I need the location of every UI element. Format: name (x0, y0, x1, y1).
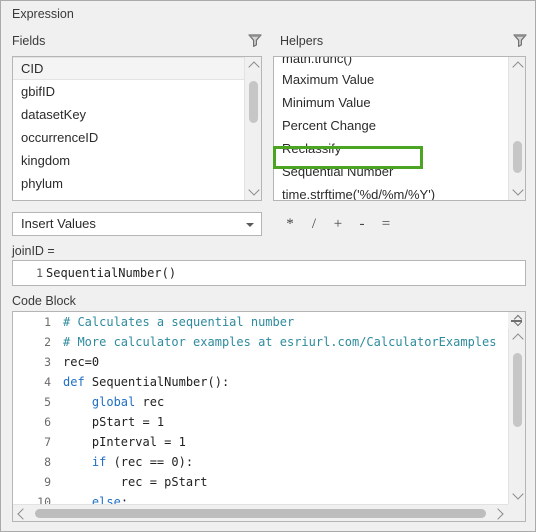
fields-list-item[interactable]: datasetKey (13, 103, 244, 126)
code-token: def (63, 375, 85, 389)
code-token: # Calculates a sequential number (63, 315, 295, 329)
code-line-number: 6 (44, 415, 51, 429)
resize-grip-icon[interactable] (508, 312, 525, 329)
fields-list-item[interactable]: gbifID (13, 80, 244, 103)
insert-values-selected-text: Insert Values (21, 216, 96, 231)
operator-plus-button[interactable]: + (326, 213, 350, 235)
operator-minus-button[interactable]: - (350, 213, 374, 235)
fields-list-item[interactable]: CID (13, 57, 244, 80)
target-field-label: joinID = (12, 244, 55, 258)
code-block-viewport: 1 # Calculates a sequential number 2 # More… (13, 312, 508, 504)
fields-listbox[interactable]: CID gbifID datasetKey occurrenceID kingdom ph… (12, 56, 262, 201)
code-block-horizontal-scrollbar[interactable] (13, 504, 508, 521)
code-line-number: 5 (44, 395, 51, 409)
code-line: 1 # Calculates a sequential number (13, 312, 508, 332)
fields-list-item[interactable]: occurrenceID (13, 126, 244, 149)
code-block-vertical-scrollbar[interactable] (508, 329, 525, 504)
operator-multiply-button[interactable]: * (278, 213, 302, 235)
code-token: : (120, 495, 129, 504)
code-line: 3 rec=0 (13, 352, 508, 372)
code-token: else (91, 495, 121, 504)
code-token: if (91, 455, 107, 469)
chevron-down-icon (246, 223, 254, 227)
field-calculator-expression-dialog: Expression Fields Helpers CID gbifID datas… (0, 0, 536, 532)
code-token: SequentialNumber(): (84, 375, 230, 389)
helpers-panel-title: Helpers (280, 34, 324, 48)
code-line-number: 1 (44, 315, 51, 329)
fields-vertical-scrollbar[interactable] (244, 57, 261, 200)
code-token: global (91, 395, 136, 409)
code-line: 5 global rec (13, 392, 508, 412)
code-line-number: 4 (44, 375, 51, 389)
code-token: rec (135, 395, 165, 409)
helpers-scroll-down-button[interactable] (509, 183, 525, 200)
code-token: rec=0 (63, 355, 100, 369)
code-line-number: 3 (44, 355, 51, 369)
code-line: 9 rec = pStart (13, 472, 508, 492)
code-line: 4 def SequentialNumber(): (13, 372, 508, 392)
helpers-list-scroll-area: math.trunc() Maximum Value Minimum Value Pe… (274, 57, 508, 200)
operator-divide-button[interactable]: / (302, 213, 326, 235)
code-block-section-title: Code Block (12, 294, 76, 308)
helpers-list-item[interactable]: math.trunc() (274, 57, 508, 68)
helpers-list-item[interactable]: Minimum Value (274, 91, 508, 114)
helpers-list-item[interactable]: Sequential Number (274, 160, 508, 183)
code-scroll-up-button[interactable] (509, 329, 525, 346)
expression-section-title: Expression (12, 7, 74, 21)
helpers-listbox[interactable]: math.trunc() Maximum Value Minimum Value Pe… (273, 56, 526, 201)
code-line-number: 7 (44, 435, 51, 449)
fields-list-scroll-area: CID gbifID datasetKey occurrenceID kingdom ph… (13, 57, 244, 200)
code-token: (rec == 0): (106, 455, 194, 469)
code-scrollbar-thumb[interactable] (513, 353, 522, 427)
code-line: 2 # More calculator examples at esriurl.c… (13, 332, 508, 352)
fields-scroll-up-button[interactable] (245, 57, 261, 74)
code-line-number: 9 (44, 475, 51, 489)
expression-input[interactable]: 1 SequentialNumber() (12, 260, 526, 286)
fields-scrollbar-thumb[interactable] (249, 81, 258, 123)
fields-list-item[interactable]: phylum (13, 172, 244, 195)
helpers-scrollbar-thumb[interactable] (513, 141, 522, 173)
helpers-list-item[interactable]: Percent Change (274, 114, 508, 137)
code-scroll-right-button[interactable] (491, 505, 508, 521)
code-line: 8 if (rec == 0): (13, 452, 508, 472)
fields-scroll-down-button[interactable] (245, 183, 261, 200)
code-token: rec = pStart (63, 475, 208, 489)
code-line-number: 10 (37, 495, 51, 504)
operator-equals-button[interactable]: = (374, 213, 398, 235)
code-scroll-left-button[interactable] (13, 505, 30, 521)
fields-filter-funnel-icon[interactable] (246, 31, 264, 49)
helpers-list-item[interactable]: Reclassify (274, 137, 508, 160)
code-line-number: 2 (44, 335, 51, 349)
helpers-vertical-scrollbar[interactable] (508, 57, 525, 200)
helpers-filter-funnel-icon[interactable] (511, 31, 529, 49)
helpers-list-item[interactable]: time.strftime('%d/%m/%Y') (274, 183, 508, 200)
code-hscrollbar-thumb[interactable] (35, 509, 486, 518)
insert-values-dropdown[interactable]: Insert Values (12, 212, 262, 236)
fields-list-item[interactable]: kingdom (13, 149, 244, 172)
code-token: pInterval = 1 (63, 435, 186, 449)
expression-code-text: SequentialNumber() (46, 266, 177, 280)
code-block-scrollbar-corner (508, 504, 525, 521)
code-line: 10 else: (13, 492, 508, 504)
helpers-scroll-up-button[interactable] (509, 57, 525, 74)
fields-panel-title: Fields (12, 34, 46, 48)
code-token: pStart = 1 (63, 415, 165, 429)
code-line-number: 8 (44, 455, 51, 469)
fields-list-item[interactable]: class (13, 195, 244, 200)
expression-line-number: 1 (36, 266, 43, 280)
code-line: 6 pStart = 1 (13, 412, 508, 432)
operator-button-group: * / + - = (278, 212, 398, 236)
code-line: 7 pInterval = 1 (13, 432, 508, 452)
code-block-editor[interactable]: 1 # Calculates a sequential number 2 # More… (12, 311, 526, 522)
helpers-list-item[interactable]: Maximum Value (274, 68, 508, 91)
code-scroll-down-button[interactable] (509, 487, 525, 504)
code-token: # More calculator examples at esriurl.co… (63, 335, 497, 349)
